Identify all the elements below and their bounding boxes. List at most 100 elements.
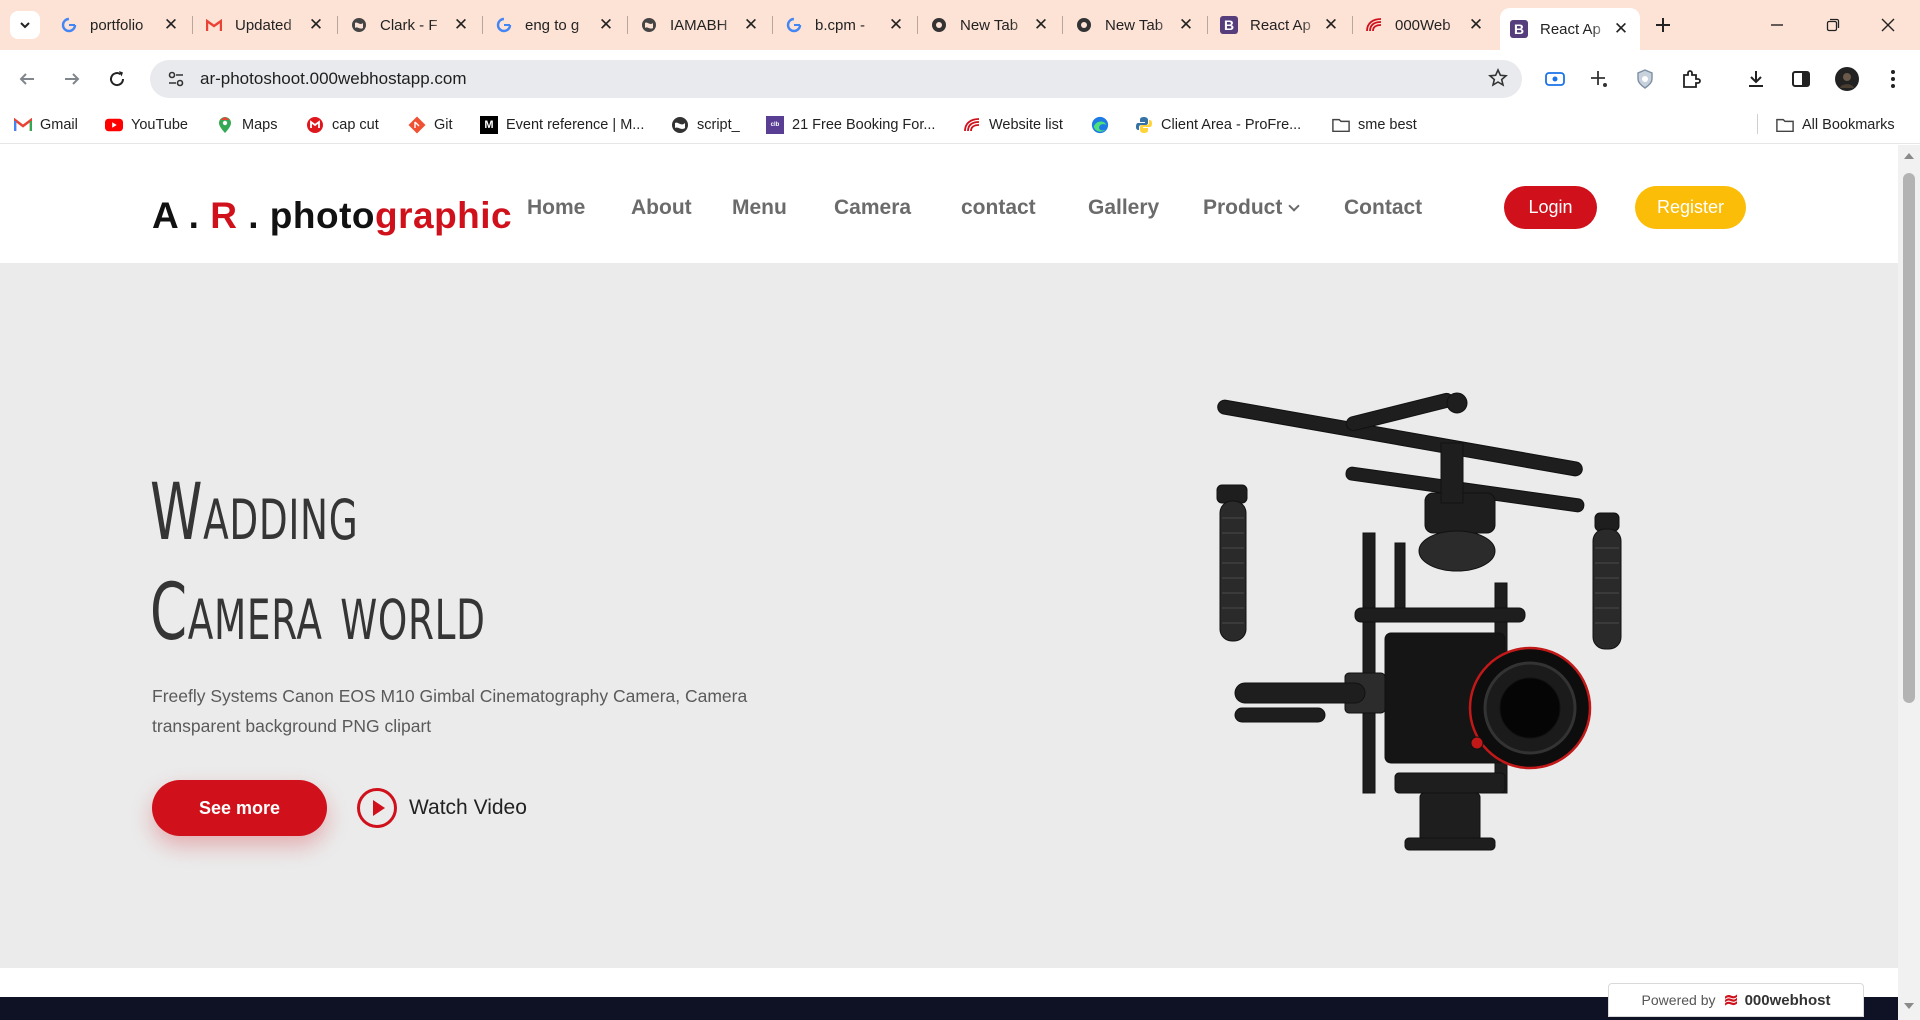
- scroll-down-arrow-icon[interactable]: [1904, 1003, 1914, 1009]
- close-icon[interactable]: ✕: [1467, 15, 1485, 35]
- close-icon[interactable]: ✕: [887, 15, 905, 35]
- watch-video-button[interactable]: Watch Video: [357, 780, 527, 836]
- nav-contact[interactable]: Contact: [1344, 196, 1422, 220]
- address-bar[interactable]: ar-photoshoot.000webhostapp.com: [150, 60, 1522, 98]
- tab[interactable]: eng to g ✕: [485, 8, 625, 42]
- bookmark-capcut[interactable]: cap cut: [306, 114, 379, 136]
- puzzle-extensions-icon[interactable]: [1676, 64, 1706, 94]
- gmail-icon: [205, 16, 223, 34]
- logo-text-part: A .: [152, 195, 211, 236]
- tab-divider: [1062, 16, 1063, 34]
- profile-avatar[interactable]: [1832, 64, 1862, 94]
- powered-by-brand: 000webhost: [1744, 991, 1831, 1009]
- powered-by-badge[interactable]: Powered by ≋ 000webhost: [1608, 983, 1864, 1017]
- bookmark-label: Gmail: [40, 117, 78, 133]
- shield-extension-icon[interactable]: [1630, 64, 1660, 94]
- side-panel-icon[interactable]: [1786, 64, 1816, 94]
- bookmark-youtube[interactable]: YouTube: [105, 114, 188, 136]
- sparkle-extension-icon[interactable]: [1584, 64, 1614, 94]
- bookmark-booking-forms[interactable]: clb 21 Free Booking For...: [766, 114, 935, 136]
- play-circle-icon: [357, 788, 397, 828]
- hero-title: Wadding Camera world: [150, 463, 486, 663]
- tab[interactable]: Updated ✕: [195, 8, 335, 42]
- all-bookmarks-button[interactable]: All Bookmarks: [1776, 114, 1895, 136]
- close-icon[interactable]: ✕: [307, 15, 325, 35]
- tab-divider: [627, 16, 628, 34]
- nav-contact-lower[interactable]: contact: [961, 196, 1036, 220]
- maps-pin-icon: [216, 116, 234, 134]
- bookmark-edge[interactable]: [1091, 114, 1117, 136]
- register-button[interactable]: Register: [1635, 186, 1746, 229]
- hero-description: Freefly Systems Canon EOS M10 Gimbal Cin…: [152, 686, 748, 736]
- tab[interactable]: New Tab ✕: [920, 8, 1060, 42]
- bookmark-mdn[interactable]: M Event reference | M...: [480, 114, 644, 136]
- nav-gallery[interactable]: Gallery: [1088, 196, 1159, 220]
- tab[interactable]: Clark - F ✕: [340, 8, 480, 42]
- tab[interactable]: b.cpm - ✕: [775, 8, 915, 42]
- bookmark-script[interactable]: script_: [671, 114, 740, 136]
- back-button[interactable]: [12, 64, 42, 94]
- globe-icon: [640, 16, 658, 34]
- close-icon[interactable]: ✕: [742, 15, 760, 35]
- bookmark-label: script_: [697, 117, 740, 133]
- google-icon: [495, 16, 513, 34]
- tab-active[interactable]: B React Ap ✕: [1500, 8, 1640, 50]
- menu-kebab-icon[interactable]: [1878, 64, 1908, 94]
- screencast-extension-icon[interactable]: [1540, 64, 1570, 94]
- bookmark-gmail[interactable]: Gmail: [14, 114, 78, 136]
- tab[interactable]: New Tab ✕: [1065, 8, 1205, 42]
- restore-button[interactable]: [1813, 8, 1853, 42]
- close-icon[interactable]: ✕: [1322, 15, 1340, 35]
- close-icon[interactable]: ✕: [162, 15, 180, 35]
- nav-home[interactable]: Home: [527, 196, 585, 220]
- minimize-button[interactable]: [1757, 8, 1797, 42]
- tab-divider: [1207, 16, 1208, 34]
- url-text[interactable]: ar-photoshoot.000webhostapp.com: [200, 69, 467, 89]
- see-more-button[interactable]: See more: [152, 780, 327, 836]
- all-bookmarks-label: All Bookmarks: [1802, 117, 1895, 133]
- site-info-icon[interactable]: [158, 71, 194, 87]
- tab[interactable]: 000Web ✕: [1355, 8, 1495, 42]
- reload-button[interactable]: [102, 64, 132, 94]
- new-tab-button[interactable]: [1650, 10, 1676, 40]
- bookmark-label: Git: [434, 117, 453, 133]
- scrollbar-thumb[interactable]: [1903, 173, 1915, 703]
- close-icon[interactable]: ✕: [1032, 15, 1050, 35]
- bookmark-maps[interactable]: Maps: [216, 114, 277, 136]
- 000webhost-icon: ≋: [1723, 989, 1739, 1010]
- bookmark-label: cap cut: [332, 117, 379, 133]
- nav-camera[interactable]: Camera: [834, 196, 911, 220]
- bookmark-client-area[interactable]: Client Area - ProFre...: [1135, 114, 1301, 136]
- close-icon[interactable]: ✕: [1177, 15, 1195, 35]
- gmail-icon: [14, 116, 32, 134]
- site-logo[interactable]: A . R . photographic: [152, 195, 512, 237]
- bookmark-label: Client Area - ProFre...: [1161, 117, 1302, 133]
- globe-icon: [671, 116, 689, 134]
- nav-menu[interactable]: Menu: [732, 196, 787, 220]
- page-scrollbar[interactable]: [1898, 145, 1920, 1020]
- python-icon: [1135, 116, 1153, 134]
- close-window-button[interactable]: [1868, 8, 1908, 42]
- close-icon[interactable]: ✕: [597, 15, 615, 35]
- globe-icon: [350, 16, 368, 34]
- login-button[interactable]: Login: [1504, 186, 1597, 229]
- tab-divider: [192, 16, 193, 34]
- bookmark-website-list[interactable]: Website list: [963, 114, 1063, 136]
- nav-about[interactable]: About: [631, 196, 692, 220]
- tab[interactable]: B React Ap ✕: [1210, 8, 1350, 42]
- scroll-up-arrow-icon[interactable]: [1904, 153, 1914, 159]
- tab[interactable]: IAMABH ✕: [630, 8, 770, 42]
- minimize-icon: [1771, 24, 1783, 26]
- forward-button[interactable]: [57, 64, 87, 94]
- tab-search-button[interactable]: [10, 11, 40, 39]
- bookmark-folder-sme-best[interactable]: sme best: [1332, 114, 1417, 136]
- close-icon[interactable]: ✕: [452, 15, 470, 35]
- gimbal-camera-image: [1216, 392, 1622, 851]
- close-icon[interactable]: ✕: [1612, 19, 1630, 39]
- download-icon[interactable]: [1741, 64, 1771, 94]
- bookmark-star-icon[interactable]: [1488, 68, 1508, 93]
- tab-title: Clark - F: [380, 16, 438, 34]
- nav-product-dropdown[interactable]: Product: [1203, 196, 1301, 220]
- tab[interactable]: portfolio ✕: [50, 8, 190, 42]
- bookmark-git[interactable]: Git: [408, 114, 453, 136]
